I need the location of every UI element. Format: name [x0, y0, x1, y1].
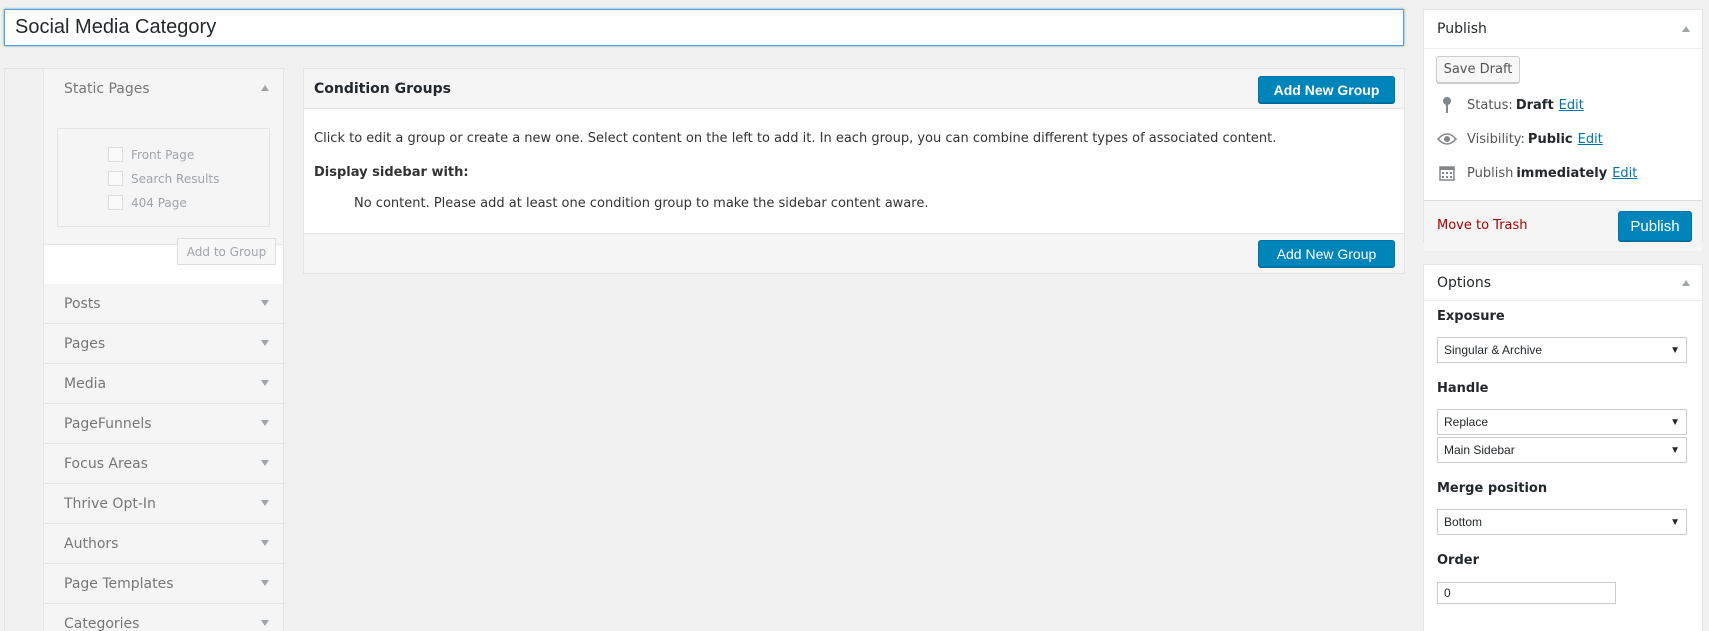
expand-arrow-icon: [261, 340, 269, 346]
publish-title: Publish: [1437, 21, 1487, 37]
post-title-input[interactable]: Social Media Category: [4, 9, 1404, 46]
exposure-value: Singular & Archive: [1444, 343, 1543, 357]
help-text: Click to edit a group or create a new on…: [314, 131, 1277, 146]
section-label: Media: [64, 375, 107, 392]
static-pages-label: Static Pages: [64, 80, 150, 97]
handle-select[interactable]: Replace ▼: [1437, 409, 1687, 435]
condition-groups-header: Condition Groups Add New Group: [304, 69, 1404, 109]
static-pages-header[interactable]: Static Pages: [44, 69, 283, 108]
exposure-label: Exposure: [1437, 309, 1505, 324]
options-title: Options: [1437, 274, 1492, 291]
pin-icon: [1437, 96, 1457, 114]
visibility-label: Visibility:: [1467, 131, 1525, 147]
publish-box: Publish Save Draft Status: Draft Edit Vi…: [1423, 9, 1703, 251]
options-box: Options Exposure Singular & Archive ▼ Ha…: [1423, 264, 1703, 631]
option-search-results[interactable]: Search Results: [108, 171, 219, 186]
publish-actions: Move to Trash Publish: [1424, 200, 1702, 251]
section-posts[interactable]: Posts: [44, 284, 283, 324]
section-pages[interactable]: Pages: [44, 324, 283, 364]
add-new-group-button-top[interactable]: Add New Group: [1258, 76, 1395, 103]
edit-visibility-link[interactable]: Edit: [1578, 132, 1603, 147]
expand-arrow-icon: [261, 460, 269, 466]
edit-publish-time-link[interactable]: Edit: [1612, 166, 1637, 181]
content-selector-panel: Static Pages Front Page Search Results 4…: [4, 68, 284, 631]
merge-position-label: Merge position: [1437, 481, 1548, 496]
option-label: Front Page: [131, 147, 195, 162]
section-label: Posts: [64, 295, 101, 312]
publish-button[interactable]: Publish: [1618, 211, 1692, 241]
condition-groups-footer: Add New Group: [304, 233, 1404, 273]
panel-gutter: [5, 69, 44, 631]
option-front-page[interactable]: Front Page: [108, 147, 194, 162]
add-new-group-button-bottom[interactable]: Add New Group: [1258, 240, 1395, 267]
dropdown-caret-icon: ▼: [1670, 517, 1680, 528]
status-label: Status:: [1467, 97, 1513, 113]
expand-arrow-icon: [261, 420, 269, 426]
collapse-arrow-icon: [1682, 280, 1690, 286]
merge-position-select[interactable]: Bottom ▼: [1437, 509, 1687, 535]
sidebar-select[interactable]: Main Sidebar ▼: [1437, 437, 1687, 463]
expand-arrow-icon: [261, 500, 269, 506]
section-label: Categories: [64, 615, 140, 631]
visibility-value: Public: [1527, 131, 1573, 147]
expand-arrow-icon: [261, 380, 269, 386]
calendar-icon: [1437, 164, 1457, 182]
section-label: Thrive Opt-In: [64, 495, 156, 512]
expand-arrow-icon: [261, 620, 269, 626]
handle-label: Handle: [1437, 381, 1489, 396]
expand-arrow-icon: [261, 540, 269, 546]
expand-arrow-icon: [261, 300, 269, 306]
collapse-arrow-icon: [1682, 26, 1690, 32]
checkbox[interactable]: [108, 171, 123, 186]
static-pages-section: Static Pages Front Page Search Results 4…: [44, 69, 283, 265]
section-pagefunnels[interactable]: PageFunnels: [44, 404, 283, 444]
option-404-page[interactable]: 404 Page: [108, 195, 187, 210]
edit-status-link[interactable]: Edit: [1559, 98, 1584, 113]
section-label: PageFunnels: [64, 415, 152, 432]
sidebar-value: Main Sidebar: [1444, 443, 1515, 457]
dropdown-caret-icon: ▼: [1670, 445, 1680, 456]
empty-conditions-text: No content. Please add at least one cond…: [354, 196, 929, 211]
visibility-row: Visibility: Public Edit: [1437, 130, 1603, 148]
status-value: Draft: [1515, 97, 1554, 113]
dropdown-caret-icon: ▼: [1670, 345, 1680, 356]
publish-header[interactable]: Publish: [1424, 10, 1702, 49]
section-categories[interactable]: Categories: [44, 604, 283, 631]
condition-groups-panel: Condition Groups Add New Group Click to …: [303, 68, 1405, 274]
exposure-select[interactable]: Singular & Archive ▼: [1437, 337, 1687, 363]
section-page-templates[interactable]: Page Templates: [44, 564, 283, 604]
publish-time-row: Publish immediately Edit: [1437, 164, 1637, 182]
section-media[interactable]: Media: [44, 364, 283, 404]
checkbox[interactable]: [108, 195, 123, 210]
move-to-trash-link[interactable]: Move to Trash: [1437, 218, 1528, 233]
merge-position-value: Bottom: [1444, 515, 1483, 529]
save-draft-button[interactable]: Save Draft: [1436, 56, 1520, 83]
checkbox[interactable]: [108, 147, 123, 162]
display-sidebar-label: Display sidebar with:: [314, 165, 469, 180]
publish-time-label: Publish: [1467, 165, 1514, 181]
handle-value: Replace: [1444, 415, 1489, 429]
publish-time-value: immediately: [1516, 165, 1608, 181]
section-label: Focus Areas: [64, 455, 148, 472]
section-authors[interactable]: Authors: [44, 524, 283, 564]
expand-arrow-icon: [261, 580, 269, 586]
section-thrive-opt-in[interactable]: Thrive Opt-In: [44, 484, 283, 524]
order-input[interactable]: 0: [1437, 582, 1616, 604]
section-focus-areas[interactable]: Focus Areas: [44, 444, 283, 484]
section-label: Pages: [64, 335, 106, 352]
condition-groups-title: Condition Groups: [314, 80, 451, 97]
option-label: Search Results: [131, 171, 220, 186]
status-row: Status: Draft Edit: [1437, 96, 1584, 114]
eye-icon: [1437, 130, 1457, 148]
section-label: Authors: [64, 535, 119, 552]
dropdown-caret-icon: ▼: [1670, 417, 1680, 428]
order-label: Order: [1437, 553, 1479, 568]
options-header[interactable]: Options: [1424, 265, 1702, 301]
section-label: Page Templates: [64, 575, 174, 592]
option-label: 404 Page: [131, 195, 187, 210]
collapse-arrow-icon: [261, 85, 269, 91]
add-to-group-button[interactable]: Add to Group: [177, 238, 276, 265]
